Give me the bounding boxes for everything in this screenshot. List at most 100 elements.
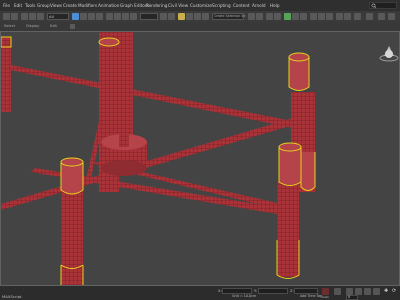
right-front-leg-sleeve — [278, 147, 302, 186]
status-bar: MAXScript X: Y: Z: Grid = 10,0cm Add Tim… — [0, 286, 400, 300]
menu-group[interactable]: Group — [37, 3, 50, 8]
redo-icon[interactable] — [11, 13, 18, 20]
menu-bar: File Edit Tools Group Views Create Modif… — [0, 0, 400, 11]
named-selection-placeholder: Create Selection Se — [214, 14, 246, 18]
right-back-leg-side-sleeve — [300, 152, 316, 191]
arnold-render-icon[interactable] — [336, 13, 343, 20]
viewcube-icon[interactable] — [379, 46, 399, 62]
coord-y-field[interactable]: Y: — [254, 288, 288, 294]
set-key-icon[interactable] — [334, 288, 341, 295]
move-icon[interactable] — [106, 13, 113, 20]
menu-scripting[interactable]: Scripting — [212, 3, 231, 8]
layer-explorer-icon[interactable] — [274, 13, 281, 20]
rendered-frame-window-icon[interactable] — [318, 13, 325, 20]
viewport-layout-icon[interactable] — [366, 13, 373, 20]
scene-explorer-icon[interactable] — [266, 13, 273, 20]
render-production-icon[interactable] — [326, 13, 333, 20]
menu-customize[interactable]: Customize — [190, 3, 212, 8]
orbit-icon[interactable]: ⟳ — [392, 288, 396, 294]
add-time-tag[interactable]: Add Time Tag — [300, 294, 322, 298]
bind-space-warp-icon[interactable] — [37, 13, 44, 20]
align-icon[interactable] — [256, 13, 263, 20]
ribbon-tab-select[interactable]: Select — [4, 24, 15, 28]
render-setup-icon[interactable] — [310, 13, 317, 20]
search-icon — [371, 3, 377, 9]
right-back-leg-cap — [288, 52, 310, 62]
menu-create[interactable]: Create — [63, 3, 77, 8]
play-icon[interactable] — [364, 288, 371, 295]
menu-civil-view[interactable]: Civil View — [168, 3, 188, 8]
menu-animation[interactable]: Animation — [98, 3, 119, 8]
angle-snap-icon[interactable] — [186, 13, 193, 20]
selection-filter-value: All — [49, 14, 54, 19]
menu-arnold[interactable]: Arnold — [252, 3, 266, 8]
menu-file[interactable]: File — [3, 3, 10, 8]
percent-snap-icon[interactable] — [194, 13, 201, 20]
front-left-leg-cap — [60, 157, 84, 167]
center-hub-bottom — [101, 160, 147, 176]
menu-content[interactable]: Content — [233, 3, 250, 8]
pan-icon[interactable]: ✚ — [384, 288, 388, 294]
select-object-icon[interactable] — [72, 13, 79, 20]
material-editor-icon[interactable] — [300, 13, 307, 20]
rotate-icon[interactable] — [114, 13, 121, 20]
ribbon-tab-display[interactable]: Display — [26, 24, 39, 28]
menu-tools[interactable]: Tools — [25, 3, 35, 8]
coord-x-label: X: — [218, 289, 222, 293]
grid-size: Grid = 10,0cm — [232, 294, 257, 298]
previous-frame-icon[interactable] — [355, 288, 362, 295]
auto-key-label: Auto — [322, 295, 329, 299]
right-front-leg-cap — [278, 142, 302, 152]
coord-z-label: Z: — [290, 289, 294, 293]
maxscript-label[interactable]: MAXScript — [2, 294, 22, 299]
auto-key-button[interactable] — [322, 288, 329, 295]
menu-edit[interactable]: Edit — [14, 3, 22, 8]
schematic-view-icon[interactable] — [292, 13, 299, 20]
left-edge-leg[interactable] — [1, 37, 11, 112]
select-by-name-icon[interactable] — [80, 13, 87, 20]
selection-filter-dropdown[interactable]: All — [47, 13, 69, 20]
arnold-ipr-icon[interactable] — [344, 13, 351, 20]
crossbar-top-left — [1, 63, 297, 128]
filter-icon[interactable] — [70, 24, 75, 29]
link-icon[interactable] — [21, 13, 28, 20]
menu-modifiers[interactable]: Modifiers — [78, 3, 97, 8]
workspace-icon[interactable] — [378, 13, 385, 20]
right-front-leg[interactable] — [277, 182, 299, 277]
scale-icon[interactable] — [122, 13, 129, 20]
named-selection-dropdown[interactable]: Create Selection Se — [212, 13, 246, 20]
current-frame-value: 0 — [348, 295, 351, 299]
menu-rendering[interactable]: Rendering — [146, 3, 167, 8]
undo-icon[interactable] — [3, 13, 10, 20]
current-frame-field[interactable]: 0 — [346, 295, 358, 300]
reference-coordinate-dropdown[interactable] — [140, 13, 158, 20]
curve-editor-icon[interactable] — [284, 13, 291, 20]
menu-views[interactable]: Views — [50, 3, 62, 8]
mirror-icon[interactable] — [248, 13, 255, 20]
center-rod — [119, 92, 129, 147]
toggle-ribbon-icon[interactable] — [354, 13, 361, 20]
pivot-center-icon[interactable] — [160, 13, 167, 20]
menu-help[interactable]: Help — [270, 3, 280, 8]
search-box[interactable] — [369, 2, 397, 9]
scene-canvas[interactable] — [1, 32, 399, 285]
ribbon-tab-edit[interactable]: Edit — [50, 24, 57, 28]
window-crossing-icon[interactable] — [96, 13, 103, 20]
coord-y-label: Y: — [254, 289, 257, 293]
placement-icon[interactable] — [130, 13, 137, 20]
right-back-leg-sleeve — [288, 57, 310, 91]
front-left-leg-sleeve — [60, 162, 84, 195]
perspective-viewport[interactable] — [0, 31, 400, 286]
back-leg-left-cap — [98, 37, 120, 47]
snaps-toggle-icon[interactable] — [178, 13, 185, 20]
unlink-icon[interactable] — [29, 13, 36, 20]
spinner-snap-icon[interactable] — [202, 13, 209, 20]
menu-graph-editors[interactable]: Graph Editors — [120, 3, 149, 8]
rectangular-selection-icon[interactable] — [88, 13, 95, 20]
front-left-leg[interactable] — [61, 190, 83, 285]
crossbar-left — [1, 118, 297, 210]
select-manipulate-icon[interactable] — [168, 13, 175, 20]
next-frame-icon[interactable] — [373, 288, 380, 295]
project-folder-icon[interactable] — [388, 13, 395, 20]
go-to-start-icon[interactable] — [346, 288, 353, 295]
